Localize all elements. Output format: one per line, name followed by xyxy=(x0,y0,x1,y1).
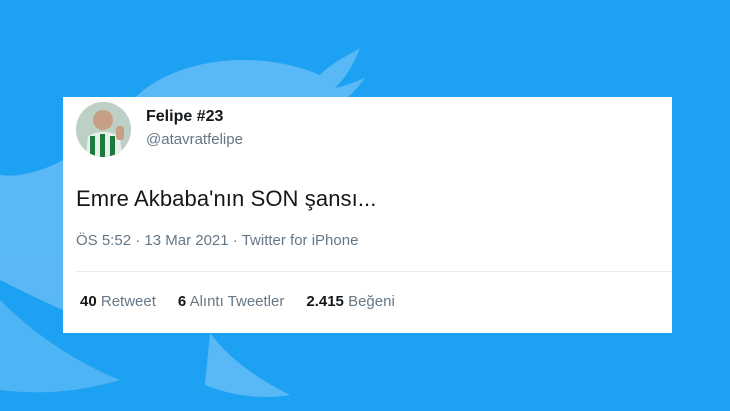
quotes-label: Alıntı Tweetler xyxy=(189,293,285,310)
tweet-text: Emre Akbaba'nın SON şansı... xyxy=(76,186,377,211)
meta-separator: · xyxy=(131,232,145,249)
divider xyxy=(76,271,672,272)
tweet-source[interactable]: Twitter for iPhone xyxy=(242,232,359,249)
tweet-date[interactable]: 13 Mar 2021 xyxy=(144,232,228,249)
likes-label: Beğeni xyxy=(348,293,395,310)
tweet-time[interactable]: ÖS 5:52 xyxy=(76,232,131,249)
retweets-label: Retweet xyxy=(100,293,156,310)
quotes-count: 6 xyxy=(177,293,187,310)
user-handle[interactable]: @atavratfelipe xyxy=(146,131,243,148)
meta-separator: · xyxy=(228,232,242,249)
retweets-count: 40 xyxy=(80,293,97,310)
likes-count: 2.415 xyxy=(306,293,344,310)
avatar[interactable] xyxy=(76,102,131,157)
quote-tweets-stat[interactable]: 6 Alıntı Tweetler xyxy=(178,293,284,310)
tweet-stats: 40 Retweet 6 Alıntı Tweetler 2.415 Beğen… xyxy=(80,293,417,310)
display-name[interactable]: Felipe #23 xyxy=(146,108,223,126)
retweets-stat[interactable]: 40 Retweet xyxy=(80,293,156,310)
tweet-meta: ÖS 5:52 · 13 Mar 2021 · Twitter for iPho… xyxy=(76,232,358,249)
likes-stat[interactable]: 2.415 Beğeni xyxy=(306,293,394,310)
tweet-card: Felipe #23 @atavratfelipe Emre Akbaba'nı… xyxy=(63,97,672,333)
profile-photo-icon xyxy=(76,102,131,157)
